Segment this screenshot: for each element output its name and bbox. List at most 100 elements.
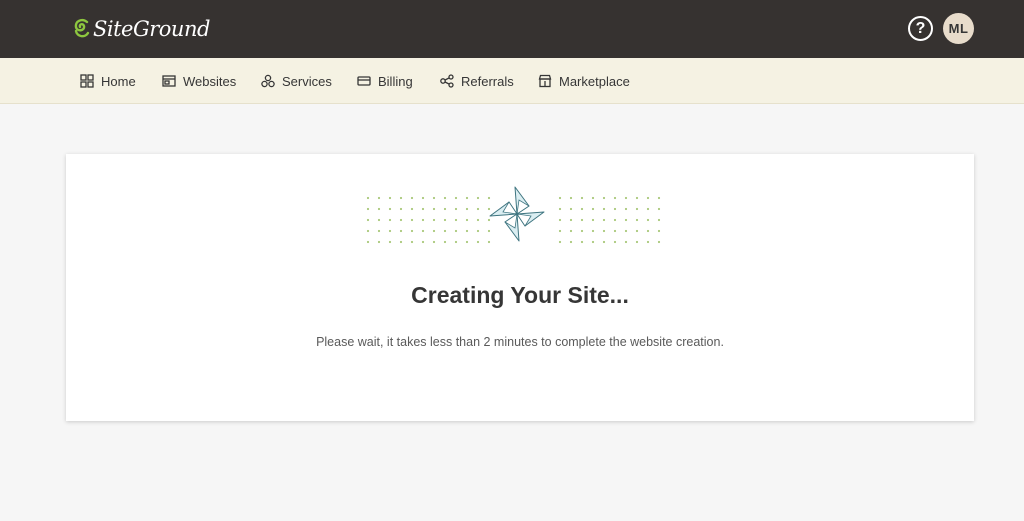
- decorative-dot: [465, 218, 469, 222]
- decorative-dot: [454, 229, 458, 233]
- decorative-dot: [399, 218, 403, 222]
- decorative-dot: [602, 196, 606, 200]
- decorative-dot: [657, 218, 661, 222]
- nav-item-services[interactable]: Services: [261, 58, 332, 104]
- storefront-icon: [538, 74, 552, 88]
- decorative-dot: [487, 207, 491, 211]
- decorative-dot: [602, 229, 606, 233]
- nav-label: Services: [282, 73, 332, 89]
- decorative-dot: [465, 229, 469, 233]
- decorative-dot: [646, 218, 650, 222]
- status-message: Please wait, it takes less than 2 minute…: [316, 335, 724, 349]
- decorative-dot: [487, 229, 491, 233]
- decorative-dot: [635, 218, 639, 222]
- siteground-logo[interactable]: SiteGround: [73, 15, 210, 43]
- decorative-dot: [476, 196, 480, 200]
- decorative-dot: [377, 207, 381, 211]
- decorative-dot: [646, 207, 650, 211]
- decorative-dot: [624, 218, 628, 222]
- nav-item-websites[interactable]: Websites: [162, 58, 236, 104]
- decorative-dot: [558, 218, 562, 222]
- decorative-dot: [580, 207, 584, 211]
- decorative-dot: [613, 196, 617, 200]
- main-navigation: Home Websites Services Billing Referrals…: [0, 58, 1024, 104]
- decorative-dot: [487, 196, 491, 200]
- loading-illustration: [366, 186, 661, 244]
- decorative-dot: [646, 229, 650, 233]
- decorative-dot: [569, 207, 573, 211]
- decorative-dot: [432, 218, 436, 222]
- user-avatar[interactable]: ML: [943, 13, 974, 44]
- services-icon: [261, 74, 275, 88]
- decorative-dot: [465, 207, 469, 211]
- decorative-dot: [624, 229, 628, 233]
- nav-label: Websites: [183, 73, 237, 89]
- decorative-dot: [388, 240, 392, 244]
- share-nodes-icon: [440, 74, 454, 88]
- decorative-dot: [443, 207, 447, 211]
- decorative-dot: [421, 218, 425, 222]
- decorative-dot: [454, 240, 458, 244]
- decorative-dot: [602, 207, 606, 211]
- decorative-dot: [569, 196, 573, 200]
- decorative-dot: [366, 218, 370, 222]
- decorative-dot: [410, 229, 414, 233]
- nav-item-marketplace[interactable]: Marketplace: [538, 58, 630, 104]
- decorative-dot: [635, 196, 639, 200]
- decorative-dot: [569, 240, 573, 244]
- decorative-dot: [454, 207, 458, 211]
- decorative-dot: [432, 207, 436, 211]
- decorative-dot: [443, 218, 447, 222]
- decorative-dot: [476, 218, 480, 222]
- decorative-dot: [487, 218, 491, 222]
- decorative-dot: [421, 229, 425, 233]
- decorative-dot: [388, 218, 392, 222]
- decorative-dot: [399, 240, 403, 244]
- browser-window-icon: [162, 75, 176, 87]
- nav-label: Marketplace: [559, 73, 630, 89]
- decorative-dot: [635, 207, 639, 211]
- decorative-dot: [569, 218, 573, 222]
- nav-item-referrals[interactable]: Referrals: [440, 58, 514, 104]
- decorative-dot: [399, 207, 403, 211]
- decorative-dot: [465, 240, 469, 244]
- nav-item-billing[interactable]: Billing: [357, 58, 413, 104]
- decorative-dot: [558, 207, 562, 211]
- decorative-dot: [657, 229, 661, 233]
- decorative-dot: [366, 229, 370, 233]
- decorative-dot: [635, 240, 639, 244]
- decorative-dot: [399, 229, 403, 233]
- page-title: Creating Your Site...: [411, 282, 629, 308]
- decorative-dot: [591, 196, 595, 200]
- decorative-dot: [602, 240, 606, 244]
- decorative-dot: [569, 229, 573, 233]
- help-button[interactable]: ?: [908, 16, 933, 41]
- decorative-dot: [591, 240, 595, 244]
- decorative-dot: [443, 196, 447, 200]
- decorative-dot: [580, 196, 584, 200]
- decorative-dot: [613, 229, 617, 233]
- decorative-dot: [591, 218, 595, 222]
- nav-item-home[interactable]: Home: [80, 58, 136, 104]
- decorative-dot: [410, 207, 414, 211]
- decorative-dot: [613, 240, 617, 244]
- site-creation-card: Creating Your Site... Please wait, it ta…: [66, 154, 974, 421]
- decorative-dot: [580, 218, 584, 222]
- decorative-dot: [646, 196, 650, 200]
- decorative-dot: [366, 207, 370, 211]
- nav-label: Billing: [378, 73, 413, 89]
- decorative-dot: [613, 218, 617, 222]
- decorative-dot: [635, 229, 639, 233]
- decorative-dot: [388, 207, 392, 211]
- decorative-dot: [580, 229, 584, 233]
- decorative-dot: [591, 207, 595, 211]
- decorative-dot: [410, 240, 414, 244]
- decorative-dot: [421, 240, 425, 244]
- grid-icon: [80, 74, 94, 88]
- nav-label: Referrals: [461, 73, 514, 89]
- decorative-dot: [421, 207, 425, 211]
- decorative-dot: [377, 229, 381, 233]
- decorative-dot: [410, 196, 414, 200]
- decorative-dot: [591, 229, 595, 233]
- decorative-dot: [377, 218, 381, 222]
